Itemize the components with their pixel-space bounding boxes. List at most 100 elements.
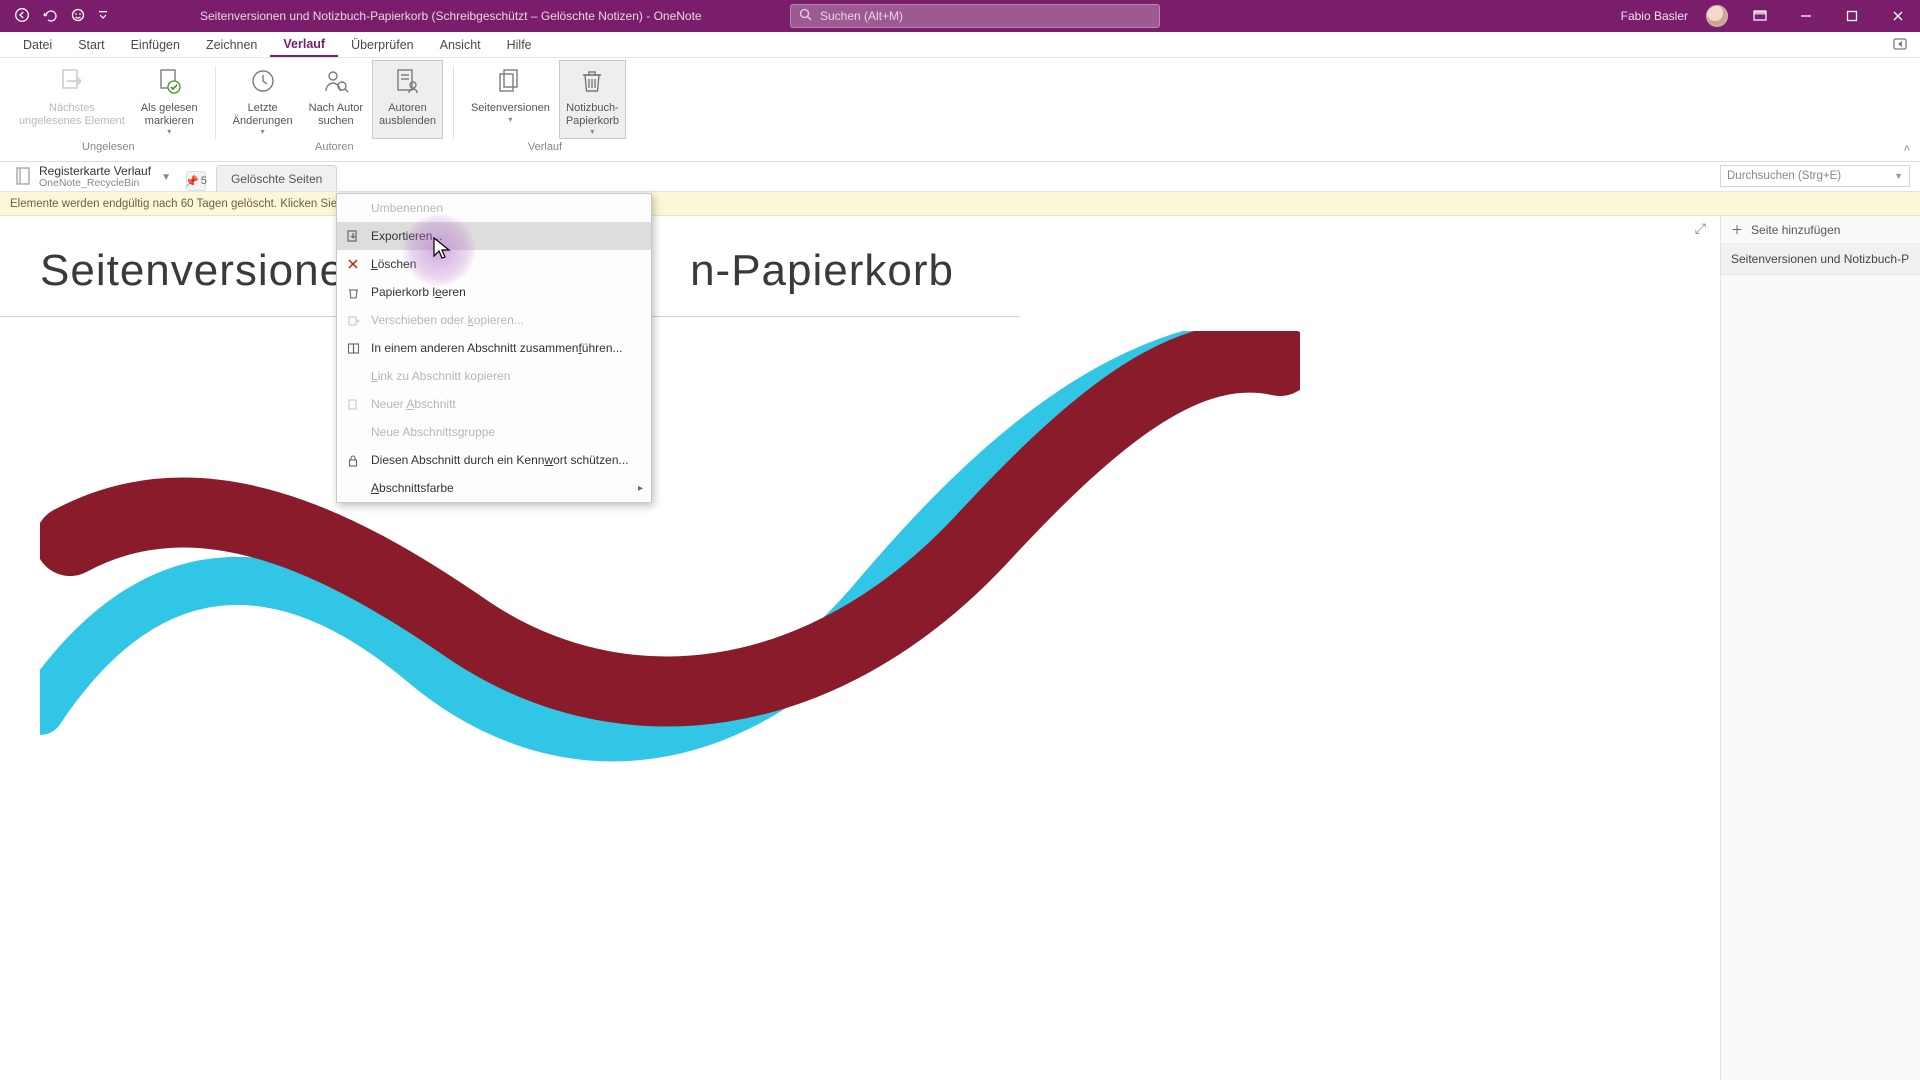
pin-count-badge[interactable]: 📌 5 [186,171,206,191]
menu-verlauf[interactable]: Verlauf [270,33,338,57]
ctx-color-label: Abschnittsfarbe [371,481,641,495]
window-title: Seitenversionen und Notizbuch-Papierkorb… [200,0,702,32]
ctx-section-color[interactable]: Abschnittsfarbe ▸ [337,474,651,502]
pin-icon: 📌 [185,175,199,188]
search-icon [799,8,812,24]
info-banner[interactable]: Elemente werden endgültig nach 60 Tagen … [0,192,1920,216]
ribbon-page-versions[interactable]: Seitenversionen ▾ [464,60,557,139]
content-wrap: Seitenversionexxxxxxxxxxxxxxxn-Papierkor… [0,216,1920,1080]
ribbon-group-history-label: Verlauf [528,139,562,157]
title-bar: Seitenversionen und Notizbuch-Papierkorb… [0,0,1920,32]
search-placeholder: Suchen (Alt+M) [820,9,903,23]
ctx-new-section: Neuer Abschnitt [337,390,651,418]
move-icon [345,312,361,328]
section-tab-deleted-pages[interactable]: Gelöschte Seiten [216,165,337,191]
menu-ueberpruefen[interactable]: Überprüfen [338,34,427,56]
trash-icon [574,65,610,99]
chevron-down-icon: ▾ [508,115,512,124]
chevron-down-icon: ▾ [261,127,265,136]
notebook-subname: OneNote_RecycleBin [39,178,151,190]
ctx-empty-recycle[interactable]: Papierkorb leeren [337,278,651,306]
ribbon-find-by-author[interactable]: Nach Autor suchen [302,60,370,139]
menu-datei[interactable]: Datei [10,34,65,56]
page-list-item-label: Seitenversionen und Notizbuch-P [1731,252,1909,266]
ctx-merge-label: In einem anderen Abschnitt zusammenführe… [371,341,641,355]
ctx-move-copy: Verschieben oder kopieren... [337,306,651,334]
pages-stack-icon [492,65,528,99]
ribbon-hide-authors[interactable]: Autoren ausblenden [372,60,443,139]
person-search-icon [318,65,354,99]
ribbon-group-authors-label: Autoren [315,139,354,157]
note-search-placeholder: Durchsuchen (Strg+E) [1727,170,1841,182]
ribbon-group-history: Seitenversionen ▾ Notizbuch- Papierkorb … [458,60,632,161]
chevron-right-icon: ▸ [638,483,643,494]
ctx-move-label: Verschieben oder kopieren... [371,313,641,327]
ctx-new-group-label: Neue Abschnittsgruppe [371,425,641,439]
page-list-item[interactable]: Seitenversionen und Notizbuch-P [1721,244,1920,275]
add-page-label: Seite hinzufügen [1751,223,1840,237]
ribbon-recent-changes-label: Letzte Änderungen [233,102,293,127]
global-search[interactable]: Suchen (Alt+M) [790,4,1160,28]
trash-icon [345,284,361,300]
ribbon-separator [453,66,454,139]
ctx-new-section-group: Neue Abschnittsgruppe [337,418,651,446]
ctx-empty-label: Papierkorb leeren [371,285,641,299]
x-icon [345,256,361,272]
page-check-icon [151,65,187,99]
user-avatar-icon[interactable] [1706,5,1728,27]
undo-icon[interactable] [42,7,58,26]
page-title-left: Seitenversione [40,246,345,295]
ribbon-recycle-bin-label: Notizbuch- Papierkorb [566,102,619,127]
ctx-export[interactable]: Exportieren... [337,222,651,250]
add-page-button[interactable]: ＋ Seite hinzufügen [1721,216,1920,244]
ribbon-display-icon[interactable] [1746,5,1774,27]
ribbon-recycle-bin[interactable]: Notizbuch- Papierkorb ▾ [559,60,626,139]
ribbon-hide-authors-label: Autoren ausblenden [379,102,436,127]
blank-icon [345,480,361,496]
decorative-swoosh [40,331,1300,851]
notebook-name: Registerkarte Verlauf [39,165,151,178]
ribbon-find-author-label: Nach Autor suchen [309,102,363,127]
ribbon-separator [215,66,216,139]
page-canvas[interactable]: Seitenversionexxxxxxxxxxxxxxxn-Papierkor… [0,216,1720,1080]
ctx-delete[interactable]: Löschen [337,250,651,278]
close-icon[interactable] [1884,5,1912,27]
ctx-rename-label: Umbenennen [371,201,641,215]
chevron-down-icon: ▼ [1894,171,1903,181]
menu-start[interactable]: Start [65,34,117,56]
ribbon-next-unread: Nächstes ungelesenes Element [12,60,132,139]
page-list-pane: ＋ Seite hinzufügen Seitenversionen und N… [1720,216,1920,1080]
notebook-nav-row: Registerkarte Verlauf OneNote_RecycleBin… [0,162,1920,192]
share-icon[interactable] [1892,36,1910,54]
notebook-selector[interactable]: Registerkarte Verlauf OneNote_RecycleBin… [6,163,180,191]
user-name[interactable]: Fabio Basler [1621,9,1688,23]
ctx-copy-link: Link zu Abschnitt kopieren [337,362,651,390]
blank-icon [345,424,361,440]
expand-icon[interactable]: ⤢ [1695,220,1706,237]
touch-mode-icon[interactable] [70,7,86,26]
ctx-merge[interactable]: In einem anderen Abschnitt zusammenführe… [337,334,651,362]
merge-icon [345,340,361,356]
page-person-icon [389,65,425,99]
menu-zeichnen[interactable]: Zeichnen [193,34,270,56]
back-icon[interactable] [14,7,30,26]
ctx-protect-label: Diesen Abschnitt durch ein Kennwort schü… [371,453,641,467]
maximize-icon[interactable] [1838,5,1866,27]
clock-icon [245,65,281,99]
menu-einfuegen[interactable]: Einfügen [118,34,193,56]
qat-dropdown-icon[interactable] [98,9,108,23]
note-search[interactable]: Durchsuchen (Strg+E) ▼ [1720,165,1910,187]
pin-count: 5 [201,175,207,187]
ribbon: Nächstes ungelesenes Element Als gelesen… [0,58,1920,162]
ribbon-mark-read[interactable]: Als gelesen markieren ▾ [134,60,205,139]
minimize-icon[interactable] [1792,5,1820,27]
ctx-password-protect[interactable]: Diesen Abschnitt durch ein Kennwort schü… [337,446,651,474]
section-tab-label: Gelöschte Seiten [231,172,322,186]
menu-ansicht[interactable]: Ansicht [427,34,494,56]
blank-icon [345,200,361,216]
menu-hilfe[interactable]: Hilfe [494,34,545,56]
ribbon-collapse-icon[interactable]: ˄ [1904,143,1910,155]
ribbon-recent-changes[interactable]: Letzte Änderungen ▾ [226,60,300,139]
chevron-down-icon: ▾ [167,127,171,136]
page-title-right: n-Papierkorb [690,246,954,295]
